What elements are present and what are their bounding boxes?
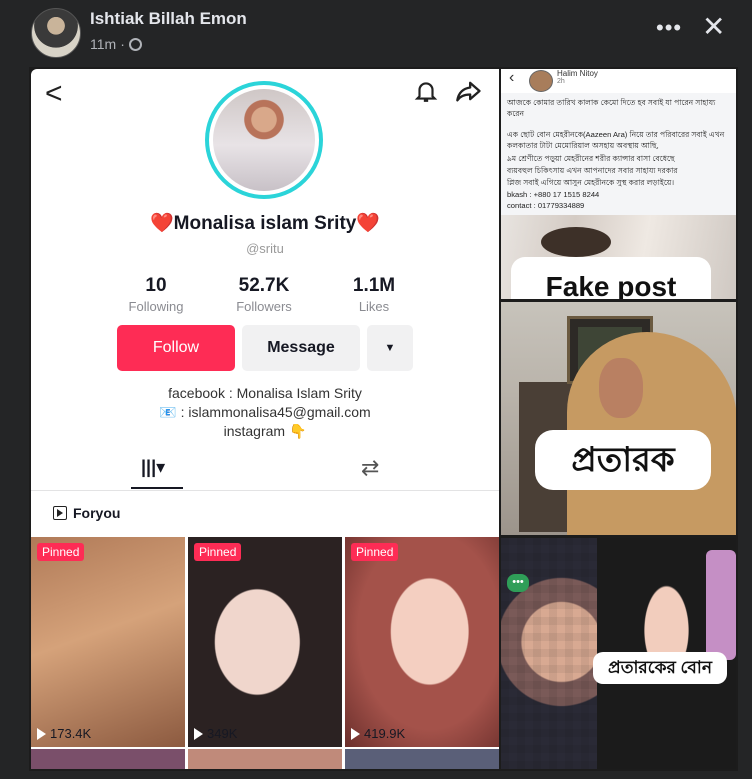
view-count-text: 349K — [207, 726, 238, 741]
meta-separator: · — [120, 36, 125, 52]
stat-label: Likes — [358, 299, 390, 314]
tab-indicator — [131, 487, 183, 489]
stat-label: Followers — [236, 299, 292, 314]
chat-badge-icon: ••• — [507, 574, 529, 592]
video-thumbnail: Pinned 349K — [188, 537, 342, 747]
play-icon — [194, 727, 203, 740]
fake-post-screenshot[interactable]: ‹ Halim Nitoy 2h আজকে কোমার তারিখ কালাক … — [501, 69, 736, 299]
stat-value: 1.1M — [352, 275, 396, 296]
foryou-text: Foryou — [73, 505, 121, 521]
share-icon — [456, 81, 481, 102]
dropdown-button: ▼ — [367, 325, 413, 371]
bio-facebook: facebook : Monalisa Islam Srity — [168, 385, 362, 401]
view-count: 419.9K — [351, 726, 405, 741]
author-avatar[interactable] — [31, 8, 81, 58]
foryou-label: Foryou — [53, 505, 120, 521]
heart-icon: ❤️ — [149, 213, 174, 234]
photo-cheater-sister[interactable]: ••• প্রতারকের বোন — [501, 538, 736, 769]
post-text-line: contact : 01779334889 — [507, 201, 585, 210]
back-icon: < — [45, 77, 63, 110]
video-thumbnail — [31, 749, 185, 769]
heart-icon: ❤️ — [356, 213, 381, 234]
profile-picture — [205, 81, 323, 199]
stat-label: Following — [128, 299, 184, 314]
post-photo-subject — [541, 227, 611, 257]
tiktok-profile-screenshot[interactable]: < ❤️Monalisa islam Srity❤️ @sritu 10 Fol… — [31, 69, 499, 769]
bell-icon — [414, 82, 438, 102]
video-thumbnail: Pinned 419.9K — [345, 537, 499, 747]
pinned-badge: Pinned — [37, 543, 85, 561]
poster-avatar — [529, 70, 553, 92]
view-count-text: 419.9K — [364, 726, 406, 741]
playlist-icon — [53, 506, 67, 520]
follow-button: Follow — [117, 325, 235, 371]
pinned-badge: Pinned — [351, 543, 399, 561]
post-text-line: bkash : +880 17 1515 8244 — [507, 190, 600, 199]
display-name: ❤️Monalisa islam Srity❤️ — [31, 211, 499, 235]
phone-case — [706, 550, 736, 660]
stat-value: 10 — [145, 275, 167, 296]
post-meta: 11m · — [90, 36, 142, 52]
post-text-line: আজকে কোমার তারিখ কালাক কেমো দিতে হব সবাই… — [507, 98, 716, 119]
pinned-badge: Pinned — [194, 543, 242, 561]
stat-followers: 52.7K Followers — [209, 275, 319, 314]
play-icon — [351, 727, 360, 740]
repost-icon: ⇄ — [361, 455, 380, 480]
back-icon: ‹ — [509, 69, 515, 86]
username-handle: @sritu — [246, 241, 284, 256]
cheater-sister-label: প্রতারকের বোন — [593, 652, 727, 684]
view-count: 173.4K — [37, 726, 91, 741]
bio-instagram: instagram 👇 — [223, 423, 307, 439]
stat-value: 52.7K — [238, 275, 290, 296]
view-count: 349K — [194, 726, 237, 741]
play-icon — [37, 727, 46, 740]
display-name-text: Monalisa islam Srity — [173, 213, 357, 234]
close-icon[interactable]: ✕ — [702, 12, 725, 42]
post-text-line: এক ছোট বোন মেহরীনকে(Aazeen Ara) নিয়ে তা… — [507, 130, 725, 151]
message-button: Message — [242, 325, 360, 371]
person-face — [599, 358, 643, 418]
poster-time: 2h — [557, 78, 565, 85]
post-time[interactable]: 11m — [90, 36, 116, 52]
post-text-line: প্লিজ সবাই এগিয়ে আসুন মেহরীনকে সুস্থ কর… — [507, 178, 675, 187]
photo-cheater[interactable]: প্রতারক — [501, 302, 736, 535]
author-name[interactable]: Ishtiak Billah Emon — [90, 9, 247, 29]
video-thumbnail — [345, 749, 499, 769]
globe-icon[interactable] — [128, 37, 142, 51]
pixelated-face — [501, 538, 611, 769]
cheater-label: প্রতারক — [535, 430, 711, 490]
post-text-line: ব্যয়বহুল চিকিৎসায় এখন আপনাদের সবার সাহ… — [507, 166, 678, 175]
post-text-line: ৯ম শ্রেণীতে পড়ুয়া মেহরীনের শরীর ক্যান্… — [507, 154, 675, 163]
video-thumbnail: Pinned 173.4K — [31, 537, 185, 747]
stat-following: 10 Following — [101, 275, 211, 314]
fake-post-label: Fake post — [511, 257, 711, 299]
video-thumbnail — [188, 749, 342, 769]
bio-email: 📧 : islammonalisa45@gmail.com — [159, 404, 371, 420]
stat-likes: 1.1M Likes — [319, 275, 429, 314]
view-count-text: 173.4K — [50, 726, 92, 741]
videos-grid-tab: |||▾ — [141, 457, 166, 477]
divider — [31, 490, 499, 491]
more-options-icon[interactable]: ••• — [656, 15, 682, 41]
poster-name: Halim Nitoy — [557, 69, 598, 78]
